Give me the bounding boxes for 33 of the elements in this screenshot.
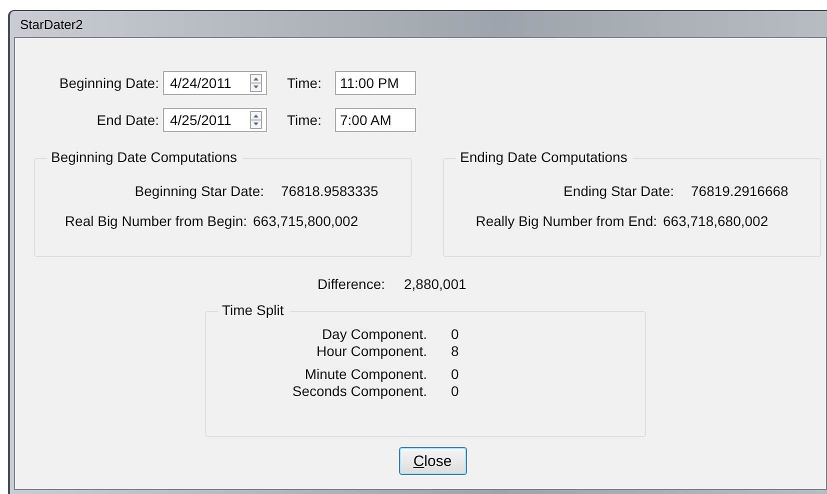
difference-value: 2,880,001: [404, 276, 466, 292]
field-label: Real Big Number from Begin:: [64, 213, 247, 229]
field-label: Beginning Star Date:: [134, 183, 264, 199]
field-value: 0: [451, 383, 459, 399]
field-label: Ending Star Date:: [562, 183, 674, 199]
field-value: 76819.2916668: [691, 183, 788, 199]
spinner-icon[interactable]: [250, 110, 262, 128]
field-label: Really Big Number from End:: [474, 213, 657, 229]
date-picker[interactable]: 4/24/2011: [163, 70, 267, 94]
field-label: Day Component.: [320, 326, 427, 342]
field-label: Hour Component.: [315, 343, 427, 359]
field-value: 8: [451, 343, 459, 359]
group-title: Beginning Date Computations: [47, 149, 244, 165]
date-picker[interactable]: 4/25/2011: [163, 108, 267, 132]
field-value: 0: [451, 366, 459, 382]
time-label: Time:: [287, 74, 322, 90]
field-label: Minute Component.: [304, 366, 427, 382]
close-button[interactable]: Close: [398, 447, 466, 475]
group-title: Time Split: [218, 302, 290, 318]
field-value: 663,715,800,002: [253, 213, 358, 229]
time-label: Time:: [287, 112, 322, 128]
time-field[interactable]: 11:00 PM: [335, 70, 416, 94]
field-label: Seconds Component.: [291, 383, 427, 399]
field-value: 0: [451, 326, 459, 342]
date-label: End Date:: [96, 112, 159, 128]
field-value: 663,718,680,002: [663, 213, 768, 229]
time-field[interactable]: 7:00 AM: [335, 108, 416, 132]
group-title: Ending Date Computations: [456, 149, 634, 165]
difference-label: Difference:: [316, 276, 385, 292]
date-label: Beginning Date:: [58, 74, 159, 90]
window-title: StarDater2: [20, 16, 83, 32]
field-value: 76818.9583335: [281, 183, 378, 199]
spinner-icon[interactable]: [250, 74, 262, 92]
